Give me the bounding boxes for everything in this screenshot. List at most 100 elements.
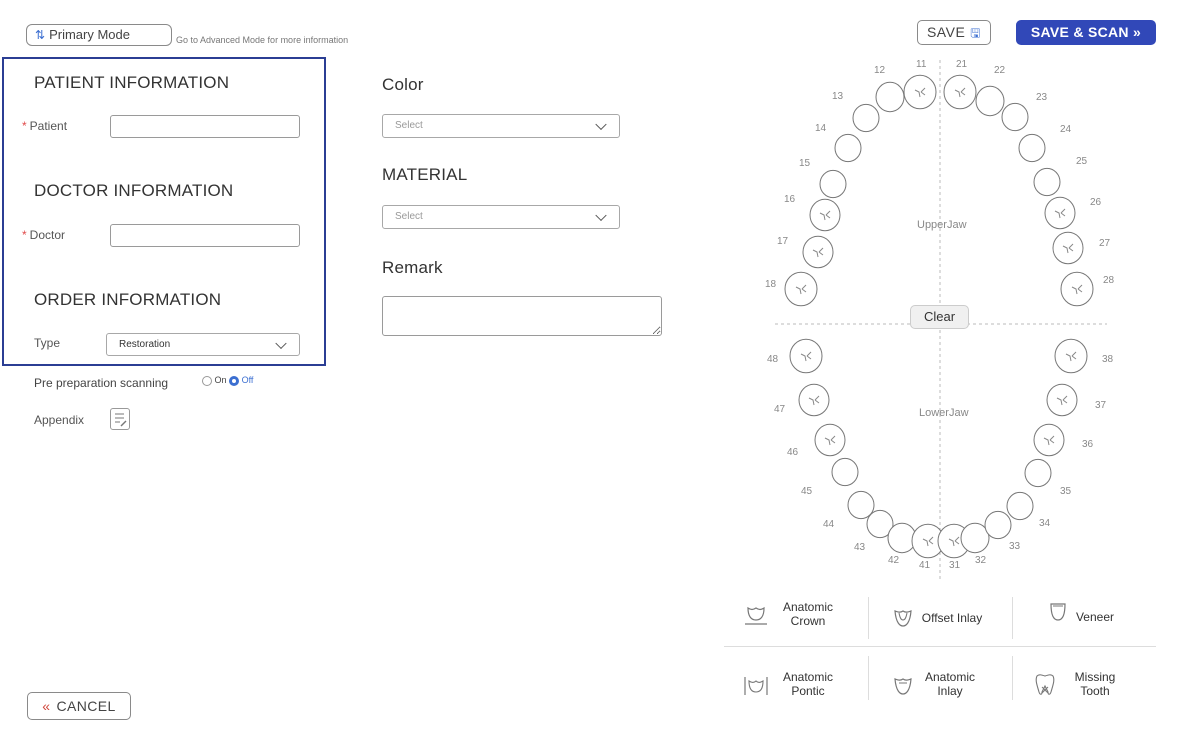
double-chevron-left-icon: « <box>42 698 51 714</box>
tooth-24[interactable] <box>1018 133 1046 163</box>
tooth-16[interactable] <box>809 198 841 232</box>
tooth-36[interactable] <box>1033 423 1065 457</box>
patient-input[interactable] <box>110 115 300 138</box>
legend-divider <box>1012 597 1013 639</box>
tooth-18[interactable] <box>784 271 818 307</box>
tooth-37[interactable] <box>1046 383 1078 417</box>
legend-label: Anatomic Inlay <box>924 670 976 698</box>
legend-divider <box>868 656 869 700</box>
chevron-down-icon <box>275 337 287 349</box>
required-marker: * <box>22 228 27 242</box>
tooth-number-label: 37 <box>1095 400 1107 411</box>
tooth-number-label: 21 <box>956 59 968 70</box>
legend-anatomic-crown[interactable]: Anatomic Crown <box>742 600 862 634</box>
double-chevron-right-icon: » <box>1133 24 1142 40</box>
advanced-mode-hint[interactable]: Go to Advanced Mode for more information <box>176 35 348 45</box>
doctor-input[interactable] <box>110 224 300 247</box>
type-select[interactable]: Restoration <box>106 333 300 356</box>
color-select-placeholder: Select <box>395 120 423 131</box>
tooth-number-label: 38 <box>1102 354 1114 365</box>
pre-scan-label: Pre preparation scanning <box>34 376 169 390</box>
legend-divider <box>868 597 869 639</box>
legend-anatomic-inlay[interactable]: Anatomic Inlay <box>890 668 1010 702</box>
tooth-35[interactable] <box>1024 458 1052 488</box>
radio-on-label[interactable]: On <box>215 375 227 385</box>
tooth-number-label: 17 <box>777 236 789 247</box>
tooth-22[interactable] <box>975 85 1005 117</box>
tooth-14[interactable] <box>834 133 862 163</box>
radio-on[interactable] <box>202 375 212 386</box>
remark-title: Remark <box>382 258 443 277</box>
tooth-23[interactable] <box>1001 102 1029 132</box>
remark-textarea[interactable] <box>382 296 662 336</box>
legend-divider <box>1012 656 1013 700</box>
save-scan-label: SAVE & SCAN <box>1030 24 1129 40</box>
radio-off-label[interactable]: Off <box>242 375 254 385</box>
primary-mode-button[interactable]: ⇅ Primary Mode <box>26 24 172 46</box>
tooth-number-label: 15 <box>799 158 811 169</box>
tooth-12[interactable] <box>875 81 905 113</box>
tooth-number-label: 28 <box>1103 275 1115 286</box>
tooth-25[interactable] <box>1033 167 1061 197</box>
save-label: SAVE <box>926 24 966 40</box>
tooth-47[interactable] <box>798 383 830 417</box>
missing-tooth-icon <box>1035 674 1055 695</box>
tooth-48[interactable] <box>789 338 823 374</box>
order-info-title: ORDER INFORMATION <box>34 290 222 309</box>
tooth-46[interactable] <box>814 423 846 457</box>
tooth-28[interactable] <box>1060 271 1094 307</box>
tooth-27[interactable] <box>1052 231 1084 265</box>
anatomic-crown-icon <box>745 606 767 625</box>
legend-label: Missing Tooth <box>1074 670 1116 698</box>
tooth-number-label: 35 <box>1060 486 1072 497</box>
clear-button[interactable]: Clear <box>910 305 969 329</box>
attachment-icon[interactable] <box>110 408 130 430</box>
lower-jaw-label: LowerJaw <box>919 407 969 419</box>
tooth-21[interactable] <box>943 74 977 110</box>
save-button[interactable]: SAVE 🖫 <box>917 20 991 45</box>
tooth-38[interactable] <box>1054 338 1088 374</box>
primary-mode-label: Primary Mode <box>49 27 130 42</box>
anatomic-pontic-icon <box>744 677 768 695</box>
tooth-15[interactable] <box>819 169 847 199</box>
legend-missing-tooth[interactable]: Missing Tooth <box>1032 668 1142 702</box>
cancel-button[interactable]: « CANCEL <box>27 692 131 720</box>
upper-jaw-label: UpperJaw <box>917 219 967 231</box>
legend-anatomic-pontic[interactable]: Anatomic Pontic <box>742 668 862 702</box>
tooth-26[interactable] <box>1044 196 1076 230</box>
tooth-13[interactable] <box>852 103 880 133</box>
legend-divider <box>724 646 1156 647</box>
anatomic-inlay-icon <box>894 678 912 695</box>
tooth-34[interactable] <box>1006 491 1034 521</box>
tooth-11[interactable] <box>903 74 937 110</box>
tooth-number-label: 43 <box>854 542 866 553</box>
tooth-17[interactable] <box>802 235 834 269</box>
type-label: Type <box>34 336 61 350</box>
color-select[interactable]: Select <box>382 114 620 138</box>
material-select-placeholder: Select <box>395 211 423 222</box>
tooth-number-label: 42 <box>888 555 900 566</box>
radio-off[interactable] <box>229 375 240 386</box>
tooth-number-label: 23 <box>1036 92 1048 103</box>
tooth-number-label: 45 <box>801 486 813 497</box>
save-and-scan-button[interactable]: SAVE & SCAN » <box>1016 20 1156 45</box>
type-select-value: Restoration <box>119 339 171 350</box>
material-select[interactable]: Select <box>382 205 620 229</box>
pre-scan-radio-group: On Off <box>202 375 253 386</box>
tooth-number-label: 32 <box>975 555 987 566</box>
tooth-number-label: 24 <box>1060 124 1072 135</box>
tooth-number-label: 26 <box>1090 197 1102 208</box>
appendix-label: Appendix <box>34 413 85 427</box>
tooth-number-label: 34 <box>1039 518 1051 529</box>
tooth-number-label: 11 <box>916 59 927 70</box>
legend-veneer[interactable]: Veneer <box>1046 600 1126 630</box>
tooth-number-label: 41 <box>919 560 931 571</box>
tooth-number-label: 36 <box>1082 439 1094 450</box>
legend-offset-inlay[interactable]: Offset Inlay <box>890 604 1010 634</box>
tooth-33[interactable] <box>984 510 1012 540</box>
tooth-45[interactable] <box>831 457 859 487</box>
tooth-number-label: 46 <box>787 447 799 458</box>
tooth-number-label: 16 <box>784 194 796 205</box>
tooth-number-label: 47 <box>774 404 786 415</box>
tooth-number-label: 48 <box>767 354 779 365</box>
